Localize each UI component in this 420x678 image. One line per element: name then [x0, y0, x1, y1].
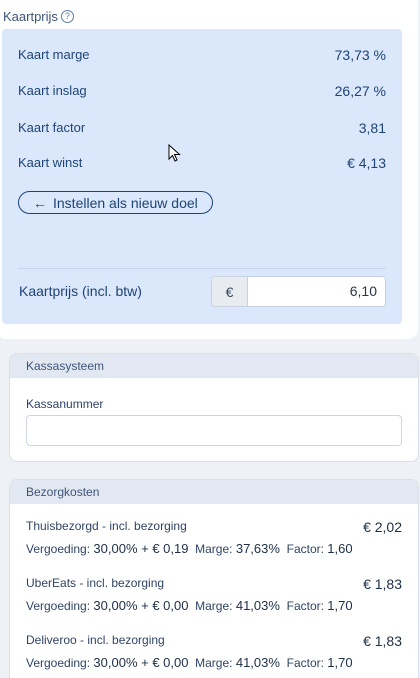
factor-value: 1,60 [327, 541, 353, 556]
factor-value: 1,70 [327, 655, 353, 670]
price-incl-vat-label: Kaartprijs (incl. btw) [19, 283, 142, 299]
delivery-name: Thuisbezorgd - incl. bezorging [26, 519, 187, 533]
kassasysteem-header: Kassasysteem [10, 354, 418, 378]
kaart-inslag-label: Kaart inslag [18, 83, 87, 98]
vergoeding-label: Vergoeding: [26, 599, 91, 613]
delivery-price: € 2,02 [363, 519, 402, 535]
kaart-winst-row: Kaart winst € 4,13 [18, 155, 386, 171]
marge-value: 37,63% [235, 541, 280, 556]
kaart-marge-row: Kaart marge 73,73 % [18, 47, 386, 63]
marge-value: 41,03% [235, 655, 280, 670]
arrow-left-icon: ← [33, 194, 47, 211]
factor-label: Factor: [286, 542, 324, 556]
price-input[interactable]: 6,10 [248, 277, 385, 306]
kaartprijs-title-text: Kaartprijs [3, 9, 58, 24]
help-icon[interactable]: ? [60, 10, 74, 23]
delivery-price: € 1,83 [363, 633, 402, 649]
currency-addon: € [212, 277, 248, 306]
delivery-item-ubereats: UberEats - incl. bezorging € 1,83 Vergoe… [26, 576, 402, 613]
kaart-marge-label: Kaart marge [18, 47, 90, 62]
price-input-group[interactable]: € 6,10 [211, 276, 386, 307]
kaart-marge-value: 73,73 % [334, 47, 386, 63]
factor-value: 1,70 [327, 598, 353, 613]
vergoeding-label: Vergoeding: [26, 656, 91, 670]
delivery-name: Deliveroo - incl. bezorging [26, 633, 165, 647]
kaart-factor-label: Kaart factor [18, 120, 86, 135]
kaart-winst-label: Kaart winst [18, 155, 83, 170]
kaart-winst-value: € 4,13 [347, 155, 386, 171]
bezorgkosten-header: Bezorgkosten [10, 480, 418, 504]
kaart-factor-value: 3,81 [358, 120, 386, 136]
kassasysteem-card: Kassasysteem Kassanummer [9, 353, 419, 462]
marge-label: Marge: [195, 542, 233, 556]
divider [18, 268, 386, 269]
kaartprijs-title: Kaartprijs ? [3, 9, 74, 24]
vergoeding-value: 30,00% + € 0,00 [93, 655, 189, 670]
factor-label: Factor: [286, 599, 324, 613]
bezorgkosten-card: Bezorgkosten Thuisbezorgd - incl. bezorg… [9, 479, 419, 678]
kassanummer-input[interactable] [26, 415, 402, 446]
delivery-item-thuisbezorgd: Thuisbezorgd - incl. bezorging € 2,02 Ve… [26, 519, 402, 556]
kassanummer-label: Kassanummer [26, 397, 104, 411]
kaart-inslag-value: 26,27 % [334, 83, 386, 99]
marge-label: Marge: [195, 599, 233, 613]
kaart-stats-panel: Kaart marge 73,73 % Kaart inslag 26,27 %… [2, 29, 402, 324]
delivery-name: UberEats - incl. bezorging [26, 576, 165, 590]
marge-label: Marge: [195, 656, 233, 670]
kaart-factor-row: Kaart factor 3,81 [18, 120, 386, 136]
delivery-price: € 1,83 [363, 576, 402, 592]
factor-label: Factor: [286, 656, 324, 670]
marge-value: 41,03% [235, 598, 280, 613]
kaart-inslag-row: Kaart inslag 26,27 % [18, 83, 386, 99]
set-as-new-goal-button[interactable]: ← Instellen als nieuw doel [18, 191, 213, 214]
vergoeding-label: Vergoeding: [26, 542, 91, 556]
mouse-cursor-icon [168, 144, 181, 162]
delivery-item-deliveroo: Deliveroo - incl. bezorging € 1,83 Vergo… [26, 633, 402, 670]
vergoeding-value: 30,00% + € 0,00 [93, 598, 189, 613]
set-as-new-goal-label: Instellen als nieuw doel [53, 194, 198, 211]
vergoeding-value: 30,00% + € 0,19 [93, 541, 189, 556]
